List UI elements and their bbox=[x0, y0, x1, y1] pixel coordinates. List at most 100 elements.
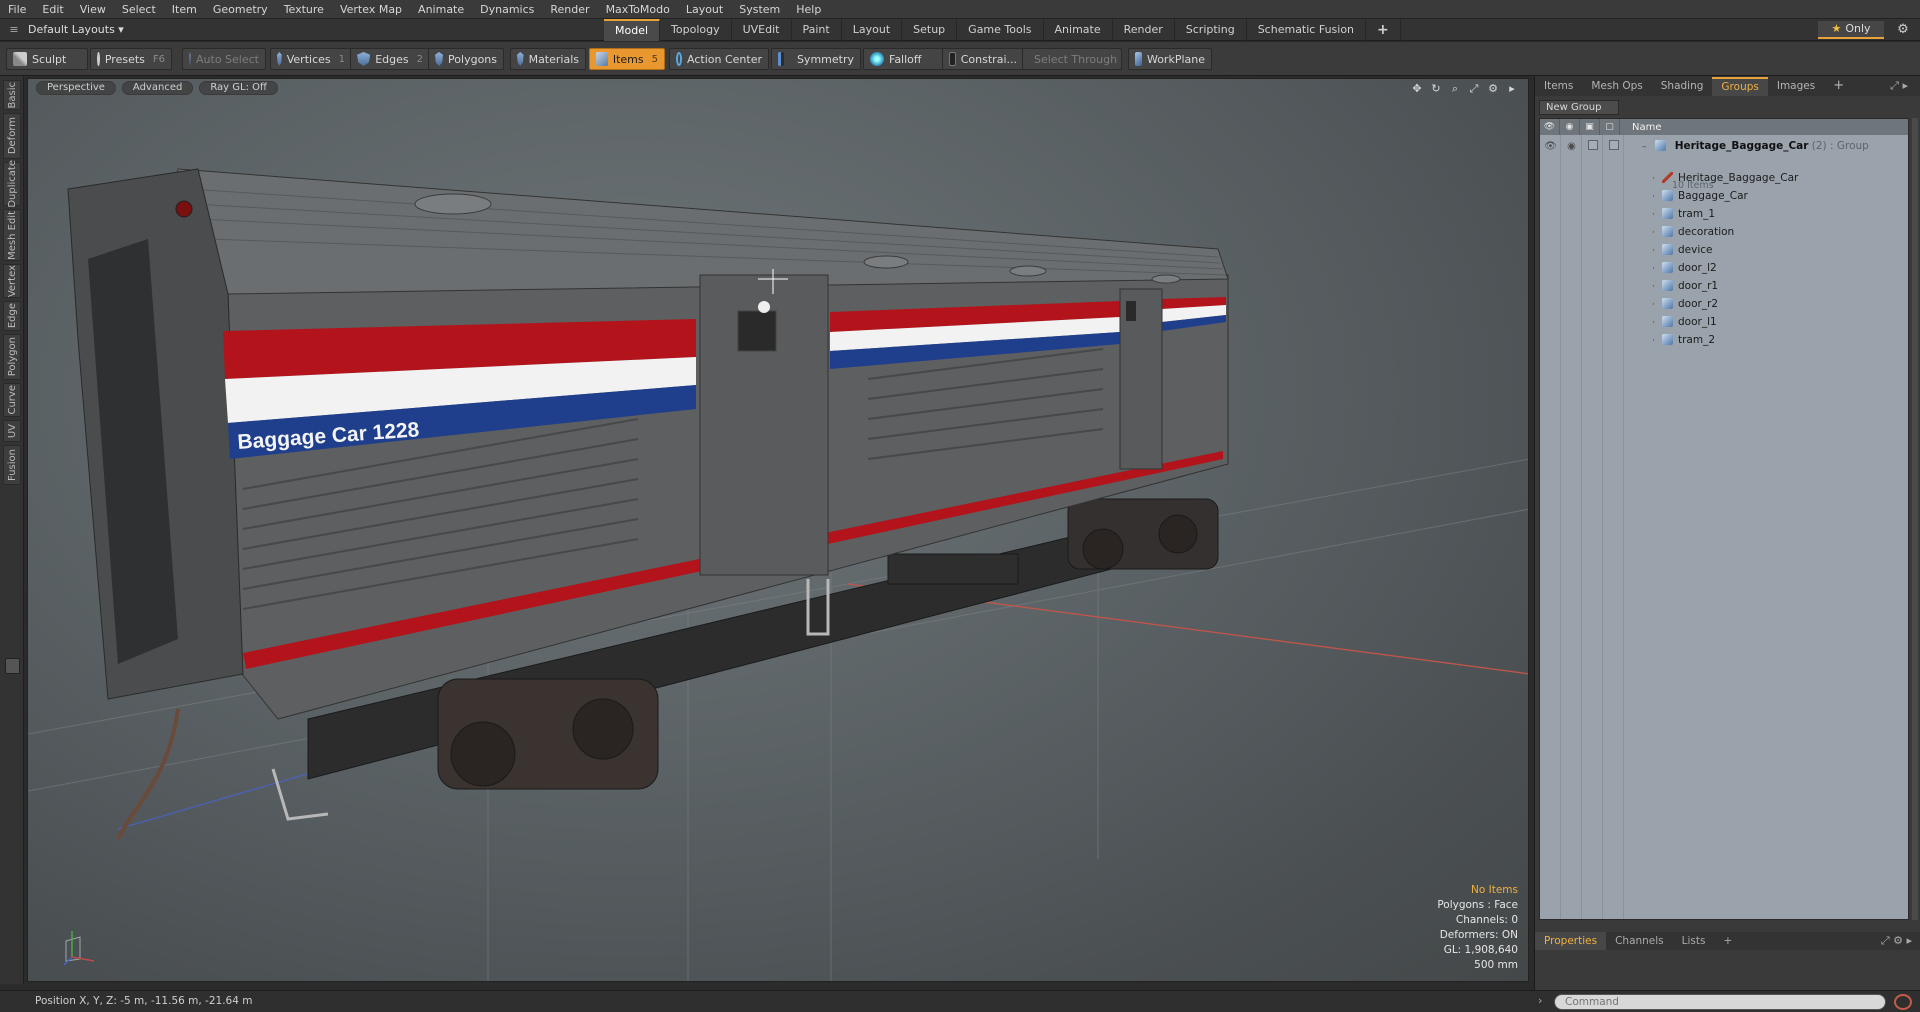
layout-tab-game-tools[interactable]: Game Tools bbox=[957, 19, 1044, 41]
symmetry-button[interactable]: Symmetry bbox=[771, 48, 861, 70]
properties-tab-lists[interactable]: Lists bbox=[1673, 932, 1715, 950]
fit-icon[interactable]: ⤢ bbox=[1466, 82, 1482, 95]
group-item-row[interactable]: · tram_1 bbox=[1540, 205, 1908, 223]
layout-tab-render[interactable]: Render bbox=[1113, 19, 1175, 41]
record-macro-icon[interactable] bbox=[1894, 994, 1912, 1010]
collapse-icon[interactable]: – bbox=[1642, 142, 1652, 152]
expand-icon[interactable]: ⤢ ▸ bbox=[1890, 79, 1908, 93]
layout-tab-setup[interactable]: Setup bbox=[902, 19, 958, 41]
left-tab-deform[interactable]: Deform bbox=[3, 113, 21, 159]
properties-tab-properties[interactable]: Properties bbox=[1535, 932, 1607, 950]
viewport-gear-icon[interactable]: ⚙ bbox=[1485, 82, 1501, 95]
visibility-col-icon[interactable]: 👁 bbox=[1540, 119, 1560, 135]
pan-icon[interactable]: ✥ bbox=[1409, 82, 1425, 95]
menu-item-vertex-map[interactable]: Vertex Map bbox=[332, 0, 410, 19]
select-through-button[interactable]: Select Through bbox=[1022, 48, 1122, 70]
only-button[interactable]: ★ Only bbox=[1818, 21, 1884, 39]
layout-tab-uvedit[interactable]: UVEdit bbox=[732, 19, 792, 41]
menu-item-edit[interactable]: Edit bbox=[34, 0, 71, 19]
polygons-button[interactable]: Polygons bbox=[428, 48, 504, 70]
menu-item-file[interactable]: File bbox=[0, 0, 34, 19]
render-col-icon[interactable]: ◉ bbox=[1560, 119, 1580, 135]
add-properties-tab-button[interactable]: + bbox=[1714, 932, 1741, 950]
lock-col-icon[interactable]: ▣ bbox=[1580, 119, 1600, 135]
groups-scrollbar[interactable] bbox=[1912, 118, 1918, 920]
menu-item-maxtomodo[interactable]: MaxToModo bbox=[598, 0, 678, 19]
left-tab-fusion[interactable]: Fusion bbox=[3, 445, 21, 485]
group-item-row[interactable]: · tram_2 bbox=[1540, 331, 1908, 349]
constraints-button[interactable]: Constrai... bbox=[942, 48, 1024, 70]
menu-item-layout[interactable]: Layout bbox=[678, 0, 731, 19]
layout-toggle-icon[interactable]: ≡ bbox=[0, 23, 28, 36]
group-item-row[interactable]: · door_l2 bbox=[1540, 259, 1908, 277]
group-item-row[interactable]: · Heritage_Baggage_Car bbox=[1540, 169, 1908, 187]
layout-tab-topology[interactable]: Topology bbox=[660, 19, 732, 41]
left-panel-toggle-button[interactable] bbox=[5, 658, 20, 674]
auto-select-button[interactable]: Auto Select bbox=[182, 48, 266, 70]
menu-item-system[interactable]: System bbox=[731, 0, 788, 19]
gear-icon[interactable]: ⚙ bbox=[1894, 21, 1912, 39]
viewport-menu-icon[interactable]: ▸ bbox=[1504, 82, 1520, 95]
panel-tab-groups[interactable]: Groups bbox=[1712, 76, 1768, 96]
panel-tab-shading[interactable]: Shading bbox=[1652, 76, 1713, 96]
lock-toggle[interactable] bbox=[1582, 139, 1603, 153]
action-center-button[interactable]: Action Center bbox=[669, 48, 769, 70]
layout-tab-schematic-fusion[interactable]: Schematic Fusion bbox=[1247, 19, 1367, 41]
menu-item-animate[interactable]: Animate bbox=[410, 0, 472, 19]
presets-button[interactable]: Presets F6 bbox=[90, 48, 172, 70]
3d-viewport[interactable]: Baggage Car 1228 Perspective Advanced Ra… bbox=[27, 78, 1529, 982]
menu-item-help[interactable]: Help bbox=[788, 0, 829, 19]
select-toggle[interactable] bbox=[1603, 139, 1624, 153]
add-layout-tab-button[interactable]: + bbox=[1366, 19, 1401, 41]
command-arrow-icon[interactable]: › bbox=[1538, 994, 1542, 1007]
ray-gl-button[interactable]: Ray GL: Off bbox=[199, 81, 278, 95]
left-tab-polygon[interactable]: Polygon bbox=[3, 334, 21, 380]
workplane-button[interactable]: WorkPlane bbox=[1128, 48, 1212, 70]
properties-panel-icons[interactable]: ⤢ ⚙ ▸ bbox=[1881, 934, 1912, 948]
group-item-row[interactable]: · decoration bbox=[1540, 223, 1908, 241]
panel-tab-images[interactable]: Images bbox=[1768, 76, 1824, 96]
menu-item-render[interactable]: Render bbox=[542, 0, 597, 19]
vertices-button[interactable]: Vertices 1 bbox=[270, 48, 352, 70]
advanced-button[interactable]: Advanced bbox=[121, 81, 194, 95]
command-input[interactable] bbox=[1554, 994, 1886, 1010]
layout-tab-layout[interactable]: Layout bbox=[842, 19, 903, 41]
layout-tab-model[interactable]: Model bbox=[604, 19, 661, 41]
left-tab-curve[interactable]: Curve bbox=[3, 383, 21, 417]
layout-tab-scripting[interactable]: Scripting bbox=[1175, 19, 1247, 41]
select-col-icon[interactable]: ▢ bbox=[1600, 119, 1620, 135]
perspective-button[interactable]: Perspective bbox=[36, 81, 116, 95]
group-item-row[interactable]: · door_r1 bbox=[1540, 277, 1908, 295]
group-item-row[interactable]: · device bbox=[1540, 241, 1908, 259]
properties-tab-channels[interactable]: Channels bbox=[1606, 932, 1673, 950]
menu-item-item[interactable]: Item bbox=[164, 0, 205, 19]
left-tab-edge[interactable]: Edge bbox=[3, 301, 21, 331]
menu-item-view[interactable]: View bbox=[72, 0, 114, 19]
rotate-icon[interactable]: ↻ bbox=[1428, 82, 1444, 95]
add-panel-tab-button[interactable]: + bbox=[1824, 76, 1853, 96]
zoom-icon[interactable]: ⌕ bbox=[1447, 82, 1463, 95]
group-item-row[interactable]: · door_l1 bbox=[1540, 313, 1908, 331]
visibility-eye-icon[interactable]: 👁 bbox=[1540, 141, 1561, 152]
menu-item-dynamics[interactable]: Dynamics bbox=[472, 0, 542, 19]
left-tab-duplicate[interactable]: Duplicate bbox=[3, 160, 21, 208]
menu-item-geometry[interactable]: Geometry bbox=[205, 0, 276, 19]
menu-item-texture[interactable]: Texture bbox=[276, 0, 332, 19]
layout-tab-paint[interactable]: Paint bbox=[792, 19, 842, 41]
left-tab-mesh-edit[interactable]: Mesh Edit bbox=[3, 209, 21, 261]
panel-tab-items[interactable]: Items bbox=[1535, 76, 1582, 96]
falloff-button[interactable]: Falloff bbox=[863, 48, 949, 70]
new-group-button[interactable]: New Group bbox=[1539, 100, 1619, 115]
materials-button[interactable]: Materials bbox=[510, 48, 586, 70]
layout-tab-animate[interactable]: Animate bbox=[1044, 19, 1113, 41]
left-tab-uv[interactable]: UV bbox=[3, 420, 21, 442]
group-item-row[interactable]: · door_r2 bbox=[1540, 295, 1908, 313]
render-toggle-icon[interactable]: ◉ bbox=[1561, 141, 1582, 152]
edges-button[interactable]: Edges 2 bbox=[350, 48, 430, 70]
group-row[interactable]: 👁 ◉ – Heritage_Baggage_Car (2) : Group bbox=[1540, 137, 1908, 155]
left-tab-basic[interactable]: Basic bbox=[3, 80, 21, 110]
left-tab-vertex[interactable]: Vertex bbox=[3, 264, 21, 298]
group-item-row[interactable]: · Baggage_Car bbox=[1540, 187, 1908, 205]
items-button[interactable]: Items 5 bbox=[589, 48, 665, 70]
menu-item-select[interactable]: Select bbox=[114, 0, 164, 19]
